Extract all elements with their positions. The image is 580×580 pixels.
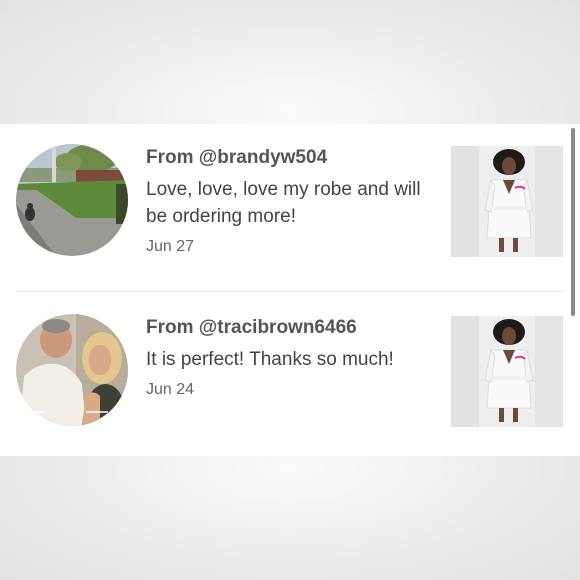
review-item[interactable]: From @tracibrown6466 It is perfect! Than… [0, 314, 570, 428]
product-thumbnail[interactable] [451, 316, 563, 427]
product-thumbnail[interactable] [451, 146, 563, 257]
backdrop-top [0, 0, 580, 124]
review-item[interactable]: From @brandyw504 Love, love, love my rob… [0, 144, 570, 258]
divider [16, 291, 564, 292]
review-message: Love, love, love my robe and will be ord… [146, 179, 421, 227]
yard-photo-icon [16, 144, 128, 256]
couple-photo-icon [16, 314, 128, 426]
reviewer-handle[interactable]: From @brandyw504 [146, 146, 436, 170]
robe-photo-icon [451, 146, 563, 257]
review-date: Jun 24 [146, 381, 195, 398]
reviewer-avatar[interactable] [16, 314, 128, 426]
robe-photo-icon [451, 316, 563, 427]
scrollbar[interactable] [571, 128, 575, 316]
review-message: It is perfect! Thanks so much! [146, 349, 394, 370]
backdrop-bottom [0, 456, 580, 580]
reviews-panel: From @brandyw504 Love, love, love my rob… [0, 124, 580, 456]
reviewer-handle[interactable]: From @tracibrown6466 [146, 316, 436, 340]
review-date: Jun 27 [146, 238, 195, 255]
reviewer-avatar[interactable] [16, 144, 128, 256]
